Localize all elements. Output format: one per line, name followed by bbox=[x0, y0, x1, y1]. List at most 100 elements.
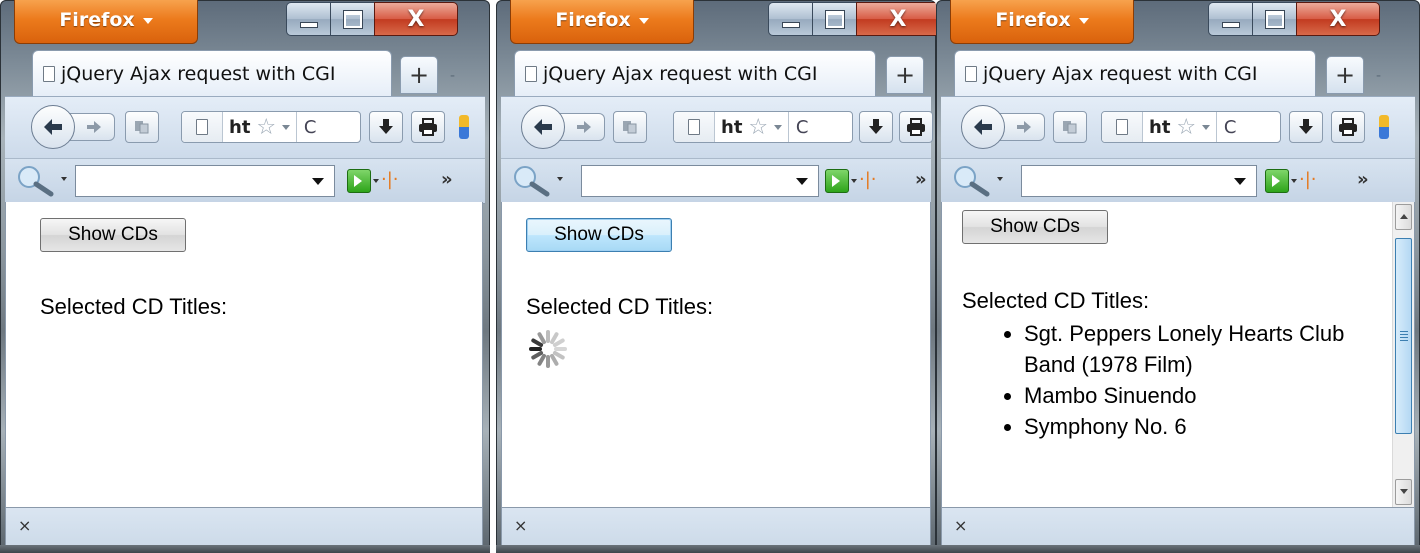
search-engine-dropdown-icon[interactable] bbox=[557, 177, 563, 181]
url-history-dropdown-icon[interactable] bbox=[1202, 124, 1211, 130]
search-magnifier-icon[interactable] bbox=[511, 165, 555, 197]
url-bar[interactable]: ht ☆ C bbox=[673, 111, 853, 143]
new-tab-button[interactable]: + bbox=[886, 56, 924, 94]
firefox-menu-button[interactable]: Firefox bbox=[950, 0, 1134, 44]
search-dropdown-icon[interactable] bbox=[796, 178, 808, 185]
close-button[interactable]: X bbox=[1296, 2, 1380, 36]
search-input[interactable] bbox=[581, 165, 819, 197]
firefox-menu-label: Firefox bbox=[995, 8, 1071, 31]
reload-icon[interactable]: C bbox=[788, 112, 815, 142]
go-dropdown-icon[interactable] bbox=[1291, 179, 1297, 183]
search-input[interactable] bbox=[1021, 165, 1257, 197]
print-icon bbox=[907, 118, 925, 136]
url-history-dropdown-icon[interactable] bbox=[774, 124, 783, 130]
tab-active[interactable]: jQuery Ajax request with CGI bbox=[954, 50, 1316, 96]
page-icon bbox=[196, 119, 208, 135]
scroll-grip-icon bbox=[1400, 331, 1408, 341]
close-add-on-bar-icon[interactable]: × bbox=[514, 516, 527, 535]
go-arrow-icon[interactable] bbox=[347, 169, 371, 193]
download-button[interactable] bbox=[1289, 111, 1323, 143]
url-bar[interactable]: ht ☆ C bbox=[1101, 111, 1281, 143]
go-arrow-icon[interactable] bbox=[825, 169, 849, 193]
reload-icon[interactable]: C bbox=[1216, 112, 1243, 142]
tab-list-arrow-icon[interactable]: - bbox=[450, 68, 455, 84]
maximize-button[interactable] bbox=[330, 2, 374, 36]
scroll-up-arrow-icon[interactable] bbox=[1395, 204, 1412, 230]
navigation-toolbar: ht ☆ C bbox=[941, 96, 1415, 159]
maximize-button[interactable] bbox=[1252, 2, 1296, 36]
minimize-button[interactable] bbox=[286, 2, 330, 36]
bookmark-star-icon[interactable]: ☆ bbox=[748, 115, 768, 140]
tab-list-arrow-icon[interactable]: - bbox=[1376, 68, 1381, 84]
back-button[interactable] bbox=[521, 105, 565, 149]
site-identity-button[interactable] bbox=[1102, 112, 1143, 142]
print-button[interactable] bbox=[1331, 111, 1365, 143]
download-button[interactable] bbox=[859, 111, 893, 143]
go-dropdown-icon[interactable] bbox=[373, 179, 379, 183]
back-button[interactable] bbox=[31, 105, 75, 149]
browser-window-3: Firefox X jQuery Ajax request with CGI +… bbox=[936, 0, 1420, 553]
print-button[interactable] bbox=[411, 111, 445, 143]
url-bar[interactable]: ht ☆ C bbox=[181, 111, 361, 143]
download-icon bbox=[1299, 119, 1313, 134]
show-cds-button[interactable]: Show CDs bbox=[962, 210, 1108, 244]
window-controls: X bbox=[768, 2, 936, 38]
download-button[interactable] bbox=[369, 111, 403, 143]
window-frame-bottom bbox=[0, 545, 490, 553]
loading-spinner-icon bbox=[529, 330, 567, 368]
search-engine-dropdown-icon[interactable] bbox=[61, 177, 67, 181]
url-history-dropdown-icon[interactable] bbox=[282, 124, 291, 130]
close-add-on-bar-icon[interactable]: × bbox=[954, 516, 967, 535]
minimize-icon bbox=[781, 22, 800, 28]
vertical-scrollbar[interactable] bbox=[1392, 202, 1414, 507]
search-magnifier-icon[interactable] bbox=[951, 165, 995, 197]
add-on-bar: × bbox=[941, 507, 1415, 545]
print-icon bbox=[419, 118, 437, 136]
overflow-chevron[interactable]: » bbox=[441, 169, 453, 190]
new-tab-button[interactable]: + bbox=[400, 56, 438, 94]
addon-icon[interactable] bbox=[1379, 115, 1389, 139]
reading-button[interactable] bbox=[125, 111, 159, 143]
show-cds-button[interactable]: Show CDs bbox=[526, 218, 672, 252]
browser-window-1: Firefox X jQuery Ajax request with CGI +… bbox=[0, 0, 490, 553]
url-text: ht bbox=[721, 116, 743, 138]
back-button[interactable] bbox=[961, 105, 1005, 149]
minimize-button[interactable] bbox=[768, 2, 812, 36]
show-cds-button[interactable]: Show CDs bbox=[40, 218, 186, 252]
bookmark-star-icon[interactable]: ☆ bbox=[256, 115, 276, 140]
scrollbar-thumb[interactable] bbox=[1395, 238, 1412, 434]
firefox-menu-label: Firefox bbox=[555, 8, 631, 31]
overflow-chevron[interactable]: » bbox=[915, 169, 927, 190]
scroll-down-arrow-icon[interactable] bbox=[1395, 479, 1412, 505]
maximize-button[interactable] bbox=[812, 2, 856, 36]
addon-icon[interactable] bbox=[459, 115, 469, 139]
print-button[interactable] bbox=[899, 111, 933, 143]
close-button[interactable]: X bbox=[374, 2, 458, 36]
firefox-menu-button[interactable]: Firefox bbox=[14, 0, 198, 44]
close-icon: X bbox=[1329, 6, 1347, 32]
close-button[interactable]: X bbox=[856, 2, 936, 36]
search-magnifier-icon[interactable] bbox=[15, 165, 59, 197]
site-identity-button[interactable] bbox=[674, 112, 715, 142]
overflow-chevron[interactable]: » bbox=[1357, 169, 1369, 190]
go-arrow-icon[interactable] bbox=[1265, 169, 1289, 193]
window-controls: X bbox=[286, 2, 458, 38]
tab-active[interactable]: jQuery Ajax request with CGI bbox=[32, 50, 392, 96]
reload-icon[interactable]: C bbox=[296, 112, 323, 142]
new-tab-button[interactable]: + bbox=[1326, 56, 1364, 94]
search-dropdown-icon[interactable] bbox=[312, 178, 324, 185]
tab-strip: jQuery Ajax request with CGI + - bbox=[0, 48, 490, 96]
minimize-button[interactable] bbox=[1208, 2, 1252, 36]
go-dropdown-icon[interactable] bbox=[851, 179, 857, 183]
close-add-on-bar-icon[interactable]: × bbox=[18, 516, 31, 535]
tab-active[interactable]: jQuery Ajax request with CGI bbox=[514, 50, 876, 96]
search-toolbar: ·|· » bbox=[5, 158, 485, 204]
search-engine-dropdown-icon[interactable] bbox=[997, 177, 1003, 181]
firefox-menu-button[interactable]: Firefox bbox=[510, 0, 694, 44]
search-dropdown-icon[interactable] bbox=[1234, 178, 1246, 185]
bookmark-star-icon[interactable]: ☆ bbox=[1176, 115, 1196, 140]
reading-button[interactable] bbox=[1053, 111, 1087, 143]
reading-button[interactable] bbox=[613, 111, 647, 143]
site-identity-button[interactable] bbox=[182, 112, 223, 142]
search-input[interactable] bbox=[75, 165, 335, 197]
